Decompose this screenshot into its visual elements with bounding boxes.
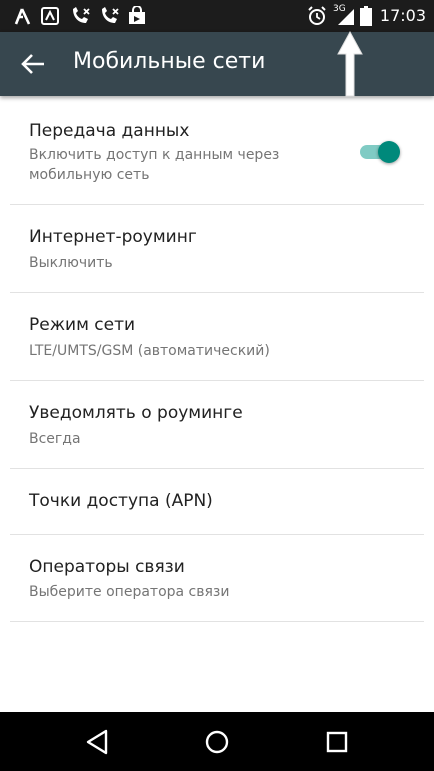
battery-icon — [360, 6, 372, 26]
setting-title: Уведомлять о роуминге — [29, 403, 243, 423]
setting-subtitle: Включить доступ к данным через мобильную… — [29, 147, 280, 183]
lambda-icon — [14, 8, 31, 25]
setting-title: Интернет-роуминг — [29, 227, 197, 247]
toolbar: Мобильные сети — [0, 32, 434, 96]
setting-internet-roaming[interactable]: Интернет-роуминг Выключить — [0, 205, 434, 292]
arrow-back-icon[interactable] — [18, 50, 48, 78]
recents-square-icon[interactable] — [324, 728, 350, 756]
shopping-bag-icon — [129, 6, 145, 24]
missed-call-icon — [102, 7, 119, 23]
setting-network-mode[interactable]: Режим сети LTE/UMTS/GSM (автоматический) — [0, 293, 434, 380]
toggle-thumb — [378, 141, 400, 163]
setting-data-transfer[interactable]: Передача данных Включить доступ к данным… — [0, 96, 434, 204]
setting-operators[interactable]: Операторы связи Выберите оператора связи — [0, 535, 434, 621]
signal-icon — [338, 9, 354, 25]
home-circle-icon[interactable] — [204, 728, 230, 756]
arrow-up-icon — [337, 30, 363, 97]
setting-title: Точки доступа (APN) — [29, 491, 213, 511]
divider — [10, 621, 424, 622]
notification-icon — [41, 7, 59, 25]
setting-title: Режим сети — [29, 315, 136, 335]
status-bar: 3G 17:03 — [0, 0, 434, 32]
setting-title: Передача данных — [29, 121, 190, 141]
setting-subtitle: Выключить — [29, 255, 113, 271]
alarm-icon — [308, 6, 326, 25]
missed-call-icon — [73, 7, 90, 23]
setting-access-points[interactable]: Точки доступа (APN) — [0, 469, 434, 534]
setting-subtitle: Выберите оператора связи — [29, 584, 230, 600]
page-title: Мобильные сети — [73, 49, 266, 74]
setting-subtitle: Всегда — [29, 431, 81, 447]
setting-title: Операторы связи — [29, 557, 185, 577]
setting-subtitle: LTE/UMTS/GSM (автоматический) — [29, 343, 270, 359]
setting-roaming-notify[interactable]: Уведомлять о роуминге Всегда — [0, 381, 434, 468]
back-triangle-icon[interactable] — [84, 728, 110, 756]
navigation-bar — [0, 712, 434, 771]
data-transfer-toggle[interactable] — [360, 137, 402, 165]
status-time: 17:03 — [379, 6, 426, 25]
